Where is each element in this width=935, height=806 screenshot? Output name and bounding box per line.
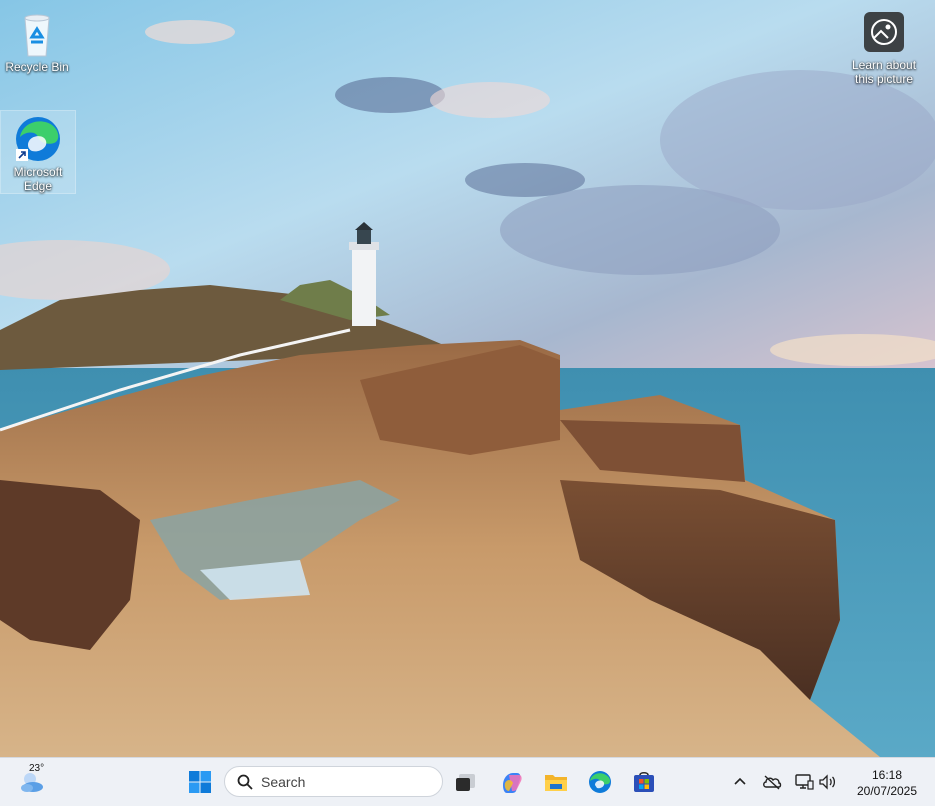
recycle-bin-label: Recycle Bin — [5, 60, 69, 74]
file-explorer-button[interactable] — [540, 766, 572, 798]
recycle-bin-icon — [13, 10, 61, 58]
recycle-bin-shortcut[interactable]: Recycle Bin — [0, 6, 74, 74]
search-icon — [237, 774, 253, 790]
edge-icon — [14, 115, 62, 163]
learn-about-picture-shortcut[interactable]: Learn about this picture — [838, 10, 930, 86]
store-icon — [634, 771, 654, 792]
network-icon — [795, 774, 814, 790]
store-button[interactable] — [628, 766, 660, 798]
start-button[interactable] — [184, 766, 216, 798]
taskbar-clock[interactable]: 16:18 20/07/2025 — [846, 767, 928, 799]
clock-date: 20/07/2025 — [856, 784, 918, 798]
taskbar: 23° Search 16:18 20/07/2025 — [0, 757, 935, 806]
edge-shortcut[interactable]: Microsoft Edge — [0, 110, 76, 194]
volume-tray-button[interactable] — [816, 766, 840, 798]
show-hidden-icons-button[interactable] — [728, 766, 752, 798]
learn-picture-icon — [864, 12, 904, 52]
edge-shortcut-label: Microsoft Edge — [13, 165, 63, 193]
weather-temperature: 23° — [29, 763, 45, 774]
onedrive-tray-button[interactable] — [760, 766, 784, 798]
volume-icon — [819, 774, 836, 790]
taskbar-search-box[interactable]: Search — [224, 766, 443, 797]
search-placeholder: Search — [261, 773, 306, 790]
task-view-button[interactable] — [450, 766, 482, 798]
task-view-icon — [456, 774, 475, 791]
folder-icon — [545, 775, 567, 791]
weather-widget[interactable]: 23° — [14, 763, 50, 800]
onedrive-offline-icon — [763, 775, 782, 790]
clock-time: 16:18 — [871, 768, 903, 782]
network-tray-button[interactable] — [792, 766, 816, 798]
chevron-up-icon — [734, 777, 746, 785]
copilot-button[interactable] — [496, 766, 528, 798]
windows-start-icon — [189, 771, 211, 793]
desktop[interactable]: Recycle Bin Microsoft Edge Learn about t… — [0, 0, 935, 757]
learn-picture-label: Learn about this picture — [851, 58, 917, 86]
copilot-icon — [503, 773, 522, 793]
wallpaper-lighthouse-coast — [0, 0, 935, 757]
edge-icon — [589, 771, 611, 793]
edge-taskbar-button[interactable] — [584, 766, 616, 798]
